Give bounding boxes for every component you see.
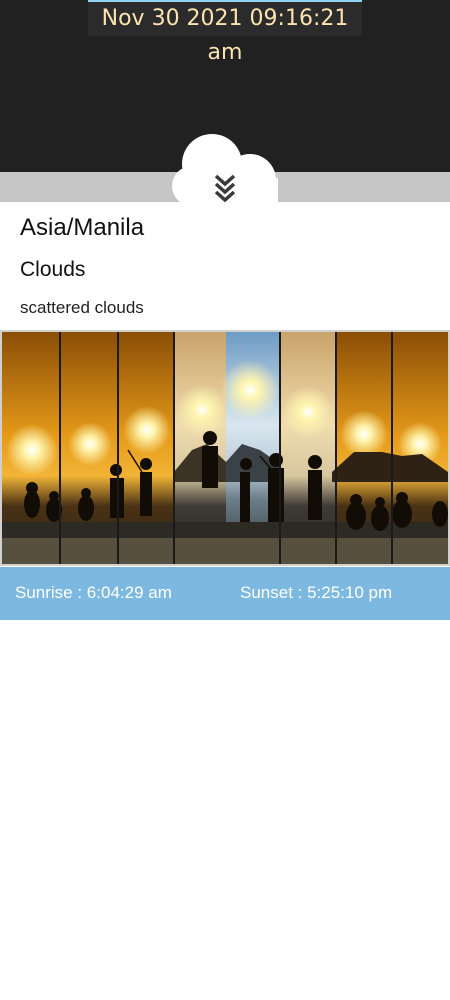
collapse-bar[interactable] bbox=[0, 172, 450, 202]
sunrise-label: Sunrise : 6:04:29 am bbox=[15, 583, 172, 602]
double-chevron-down-icon[interactable] bbox=[210, 172, 240, 202]
weather-main-label: Clouds bbox=[20, 258, 86, 281]
cloud-icon bbox=[177, 134, 275, 172]
weather-photo bbox=[0, 330, 450, 566]
sunset-label: Sunset : 5:25:10 pm bbox=[240, 583, 393, 602]
header-area: Nov 30 2021 09:16:21 am bbox=[0, 0, 450, 172]
weather-description-label: scattered clouds bbox=[20, 298, 144, 317]
sun-times-bar: Sunrise : 6:04:29 am Sunset : 5:25:10 pm bbox=[0, 567, 450, 620]
location-label: Asia/Manila bbox=[20, 214, 145, 241]
datetime-display: Nov 30 2021 09:16:21 am bbox=[88, 0, 362, 65]
